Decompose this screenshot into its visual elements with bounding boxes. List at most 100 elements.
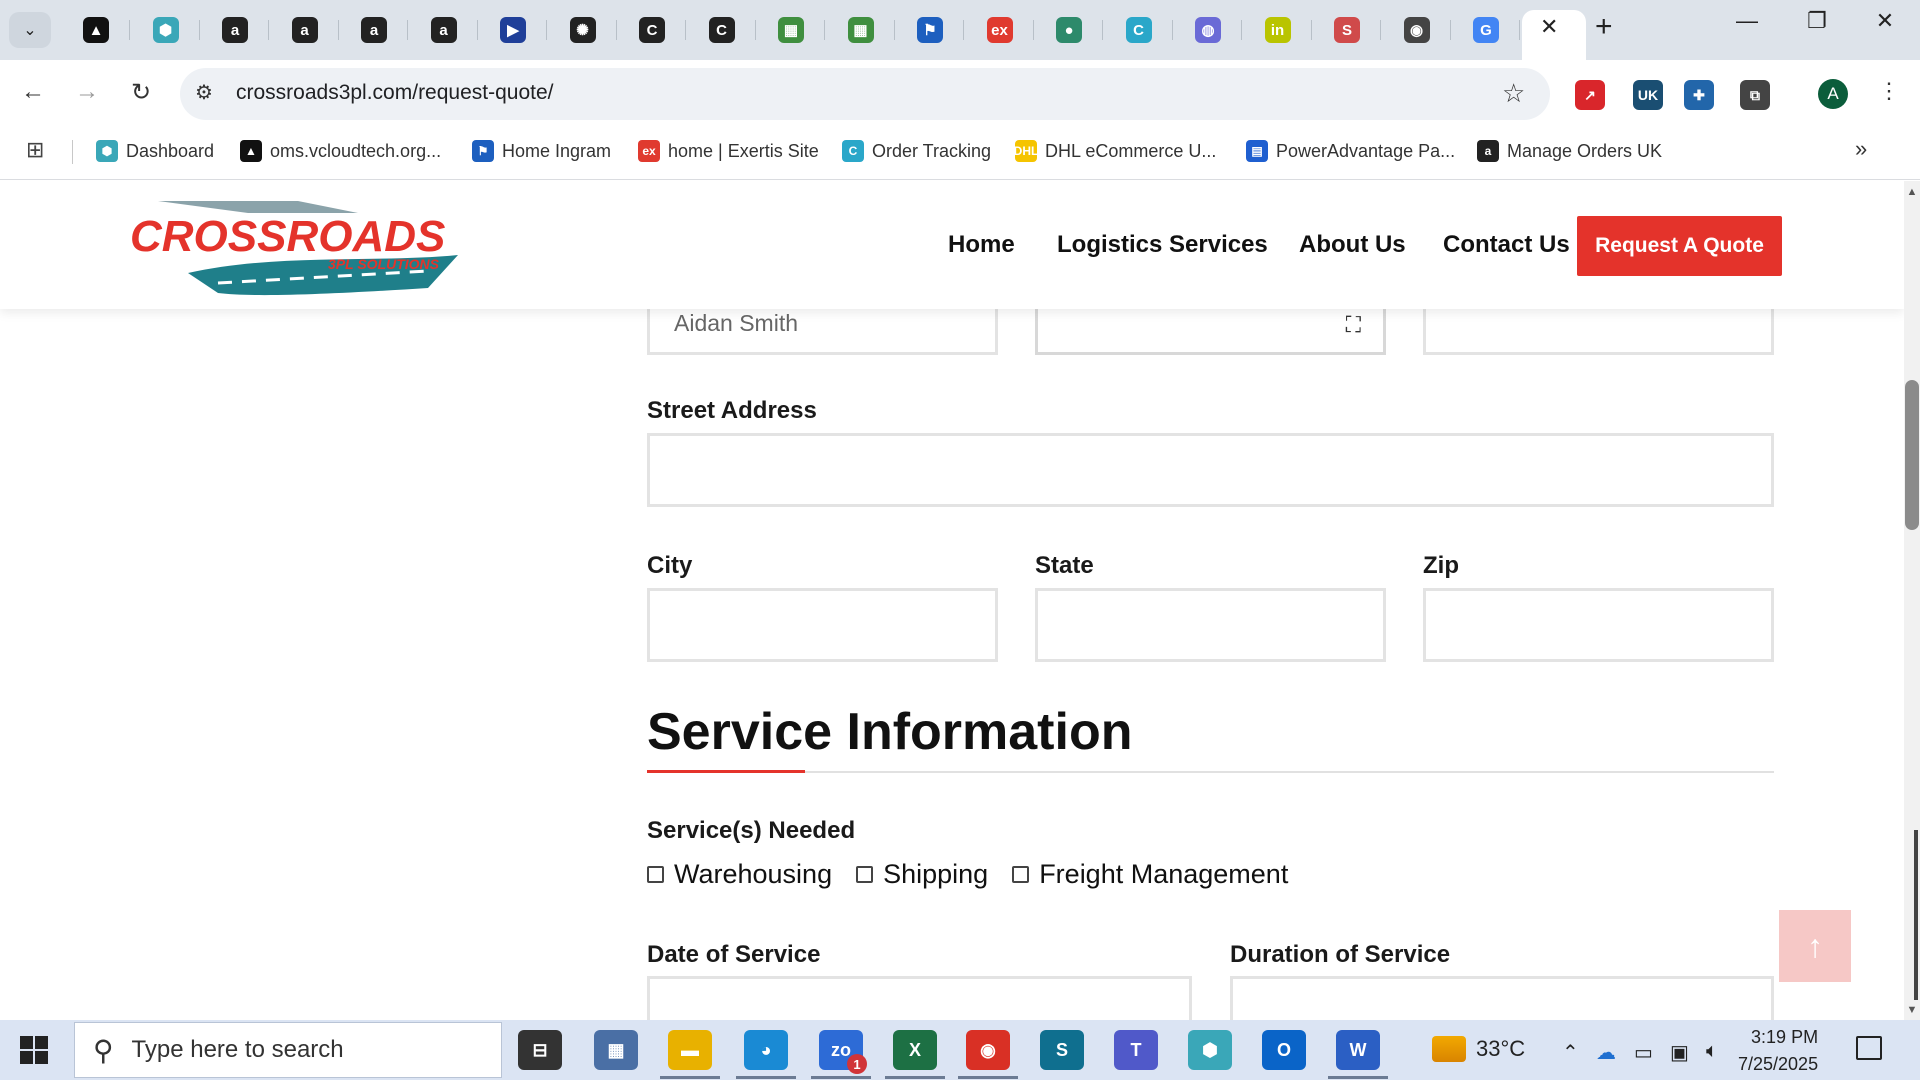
browser-tab[interactable]: ⬢ bbox=[132, 10, 200, 50]
bookmark-item[interactable]: ex home | Exertis Site bbox=[638, 138, 819, 164]
pdf-icon[interactable]: ↗ bbox=[1575, 80, 1605, 110]
bookmark-item[interactable]: DHL DHL eCommerce U... bbox=[1014, 138, 1216, 164]
state-input[interactable] bbox=[1035, 588, 1386, 662]
browser-tab[interactable]: ▲ bbox=[62, 10, 130, 50]
restore-icon[interactable]: ❐ bbox=[1787, 8, 1847, 34]
play-arrow-icon: ▶ bbox=[500, 17, 526, 43]
profile-avatar[interactable]: A bbox=[1818, 79, 1848, 109]
browser-tab[interactable]: a bbox=[271, 10, 339, 50]
s-app-icon[interactable]: S bbox=[1040, 1030, 1084, 1070]
zip-input[interactable] bbox=[1423, 588, 1774, 662]
site-info-icon[interactable]: ⚙ bbox=[195, 80, 213, 105]
chrome-icon[interactable]: ◉ bbox=[966, 1030, 1010, 1070]
network-icon[interactable]: ▣ bbox=[1670, 1040, 1689, 1065]
bookmark-item[interactable]: ▤ PowerAdvantage Pa... bbox=[1246, 138, 1455, 164]
browser-tab[interactable]: ◉ bbox=[1383, 10, 1451, 50]
reload-icon[interactable]: ↻ bbox=[126, 78, 156, 107]
notifications-icon[interactable] bbox=[1856, 1036, 1882, 1060]
url-text[interactable]: crossroads3pl.com/request-quote/ bbox=[236, 81, 554, 105]
minimize-icon[interactable]: — bbox=[1717, 8, 1777, 34]
clock[interactable]: 3:19 PM 7/25/2025 bbox=[1738, 1024, 1818, 1078]
file-explorer-icon[interactable]: ▬ bbox=[668, 1030, 712, 1070]
browser-tab[interactable]: ex bbox=[966, 10, 1034, 50]
bookmark-item[interactable]: ⬢ Dashboard bbox=[96, 138, 214, 164]
extensions-icon[interactable]: ⧉ bbox=[1740, 80, 1770, 110]
browser-tab[interactable]: ● bbox=[1035, 10, 1103, 50]
scroll-up-icon[interactable]: ▲ bbox=[1904, 186, 1920, 198]
uk-globe-icon[interactable]: UK bbox=[1633, 80, 1663, 110]
teams-icon[interactable]: T bbox=[1114, 1030, 1158, 1070]
shipping-checkbox[interactable] bbox=[856, 866, 874, 883]
browser-tab[interactable]: ✺ bbox=[549, 10, 617, 50]
bookmark-item[interactable]: a Manage Orders UK bbox=[1477, 138, 1662, 164]
apps-grid-icon[interactable]: ⊞ bbox=[26, 137, 44, 163]
crossroads-logo[interactable]: CROSSROADS 3PL SOLUTIONS bbox=[128, 193, 458, 303]
freight-management-checkbox[interactable] bbox=[1012, 866, 1030, 883]
browser-tab[interactable]: a bbox=[201, 10, 269, 50]
shipping-label[interactable]: Shipping bbox=[883, 859, 988, 890]
service-freight-management[interactable]: Freight Management bbox=[1012, 859, 1288, 890]
c-logo-icon: C bbox=[639, 17, 665, 43]
browser-tab[interactable]: ⚑ bbox=[896, 10, 964, 50]
battery-icon[interactable]: ▭ bbox=[1634, 1040, 1653, 1065]
onedrive-icon[interactable]: ☁ bbox=[1596, 1040, 1616, 1065]
request-quote-button[interactable]: Request A Quote bbox=[1577, 216, 1782, 276]
close-window-icon[interactable]: ✕ bbox=[1855, 8, 1915, 34]
bookmark-item[interactable]: ▲ oms.vcloudtech.org... bbox=[240, 138, 441, 164]
scroll-down-icon[interactable]: ▼ bbox=[1904, 1004, 1920, 1016]
nav-contact-us[interactable]: Contact Us bbox=[1443, 231, 1570, 259]
excel-icon[interactable]: X bbox=[893, 1030, 937, 1070]
freight-management-label[interactable]: Freight Management bbox=[1039, 859, 1288, 890]
nav-about-us[interactable]: About Us bbox=[1299, 231, 1406, 259]
more-bookmarks-icon[interactable]: » bbox=[1855, 136, 1867, 162]
browser-tab[interactable]: C bbox=[688, 10, 756, 50]
new-tab-button[interactable]: + bbox=[1595, 10, 1613, 44]
tab-search-chevron-icon[interactable]: ⌄ bbox=[9, 12, 51, 48]
volume-icon[interactable]: 🔈︎ bbox=[1706, 1040, 1718, 1063]
browser-tab[interactable]: in bbox=[1244, 10, 1312, 50]
service-shipping[interactable]: Shipping bbox=[856, 859, 988, 890]
scrollbar-thumb[interactable] bbox=[1905, 380, 1919, 530]
puzzle-sync-icon[interactable]: ✚ bbox=[1684, 80, 1714, 110]
name-value: Aidan Smith bbox=[674, 309, 799, 336]
browser-tab[interactable]: C bbox=[1105, 10, 1173, 50]
browser-tab[interactable]: ◍ bbox=[1174, 10, 1242, 50]
browser-tab[interactable]: G bbox=[1452, 10, 1520, 50]
task-view-icon[interactable]: ⊟ bbox=[518, 1030, 562, 1070]
browser-tab[interactable]: ▦ bbox=[757, 10, 825, 50]
bookmark-item[interactable]: C Order Tracking bbox=[842, 138, 991, 164]
browser-tab[interactable]: ▶ bbox=[479, 10, 547, 50]
autofill-contact-icon[interactable]: ⛶ bbox=[1346, 312, 1361, 338]
service-warehousing[interactable]: Warehousing bbox=[647, 859, 832, 890]
browser-tab[interactable]: ▦ bbox=[827, 10, 895, 50]
city-input[interactable] bbox=[647, 588, 998, 662]
date-of-service-input[interactable] bbox=[647, 976, 1192, 1021]
browser-tab[interactable]: S bbox=[1313, 10, 1381, 50]
back-icon[interactable]: ← bbox=[18, 78, 48, 106]
browser-tab[interactable]: a bbox=[340, 10, 408, 50]
browser-tab[interactable]: a bbox=[410, 10, 478, 50]
forward-icon[interactable]: → bbox=[72, 78, 102, 106]
warehousing-checkbox[interactable] bbox=[647, 866, 664, 883]
weather-widget[interactable]: 33°C bbox=[1432, 1036, 1525, 1062]
zoom-icon[interactable]: zo 1 bbox=[819, 1030, 867, 1074]
tray-chevron-icon[interactable]: ⌃ bbox=[1562, 1040, 1579, 1065]
windows-start-icon[interactable] bbox=[20, 1036, 48, 1064]
browser-tab[interactable]: C bbox=[618, 10, 686, 50]
bookmark-star-icon[interactable]: ☆ bbox=[1502, 78, 1525, 109]
calculator-icon[interactable]: ▦ bbox=[594, 1030, 638, 1070]
outlook-icon[interactable]: O bbox=[1262, 1030, 1306, 1070]
duration-of-service-input[interactable] bbox=[1230, 976, 1774, 1021]
word-icon[interactable]: W bbox=[1336, 1030, 1380, 1070]
close-tab-icon[interactable]: ✕ bbox=[1540, 14, 1558, 40]
taskbar-search[interactable]: ⚲ Type here to search bbox=[74, 1022, 502, 1078]
bookmark-item[interactable]: ⚑ Home Ingram bbox=[472, 138, 611, 164]
hexagon-app-icon[interactable]: ⬢ bbox=[1188, 1030, 1232, 1070]
street-address-input[interactable] bbox=[647, 433, 1774, 507]
back-to-top-button[interactable]: ↑ bbox=[1779, 910, 1851, 982]
menu-kebab-icon[interactable]: ⋮ bbox=[1878, 78, 1900, 104]
nav-home[interactable]: Home bbox=[948, 231, 1015, 259]
nav-logistics-services[interactable]: Logistics Services bbox=[1057, 231, 1268, 259]
edge-icon[interactable]: ◕ bbox=[744, 1030, 788, 1070]
warehousing-label[interactable]: Warehousing bbox=[674, 859, 832, 890]
